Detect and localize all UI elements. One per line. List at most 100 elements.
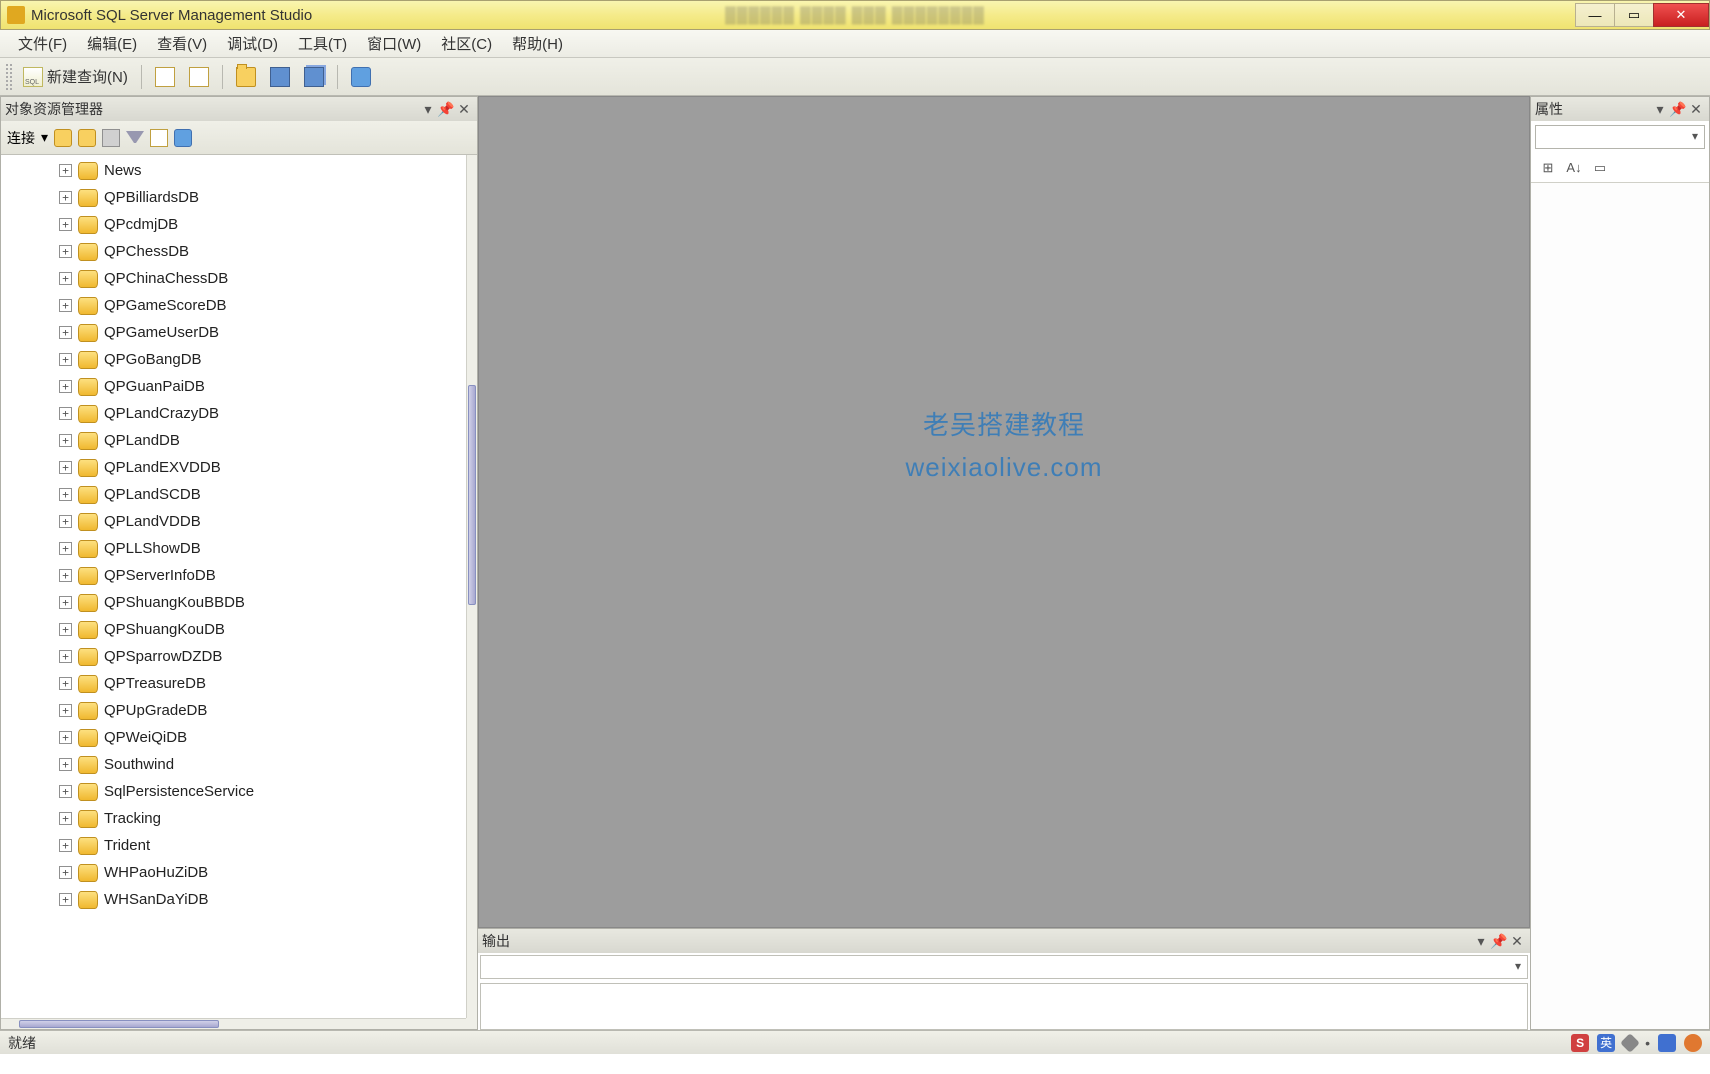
tree-node-database[interactable]: +QPChessDB [59,238,466,265]
expand-icon[interactable]: + [59,515,72,528]
expand-icon[interactable]: + [59,434,72,447]
categorized-button[interactable]: ⊞ [1537,157,1559,179]
connect-icon[interactable] [54,129,72,147]
menu-file[interactable]: 文件(F) [8,30,77,57]
scrollbar-thumb[interactable] [468,385,476,605]
expand-icon[interactable]: + [59,461,72,474]
tree-node-database[interactable]: +Trident [59,832,466,859]
pin-icon[interactable]: 📌 [1669,101,1687,118]
tree-node-database[interactable]: +QPShuangKouBBDB [59,589,466,616]
open-button[interactable] [231,63,261,91]
properties-header[interactable]: 属性 ▾ 📌 ✕ [1531,97,1709,121]
refresh-list-icon[interactable] [150,129,168,147]
tree-node-database[interactable]: +QPcdmjDB [59,211,466,238]
expand-icon[interactable]: + [59,353,72,366]
tree-node-database[interactable]: +QPUpGradeDB [59,697,466,724]
tree-node-database[interactable]: +QPTreasureDB [59,670,466,697]
tree-node-database[interactable]: +QPLandVDDB [59,508,466,535]
panel-dropdown-icon[interactable]: ▾ [1651,101,1669,118]
menu-window[interactable]: 窗口(W) [357,30,431,57]
expand-icon[interactable]: + [59,272,72,285]
minimize-button[interactable]: — [1575,3,1615,27]
connect-dropdown-icon[interactable]: ▾ [41,129,48,146]
menu-help[interactable]: 帮助(H) [502,30,573,57]
expand-icon[interactable]: + [59,407,72,420]
filter-icon[interactable] [126,131,144,149]
tree-node-database[interactable]: +QPShuangKouDB [59,616,466,643]
expand-icon[interactable]: + [59,623,72,636]
menu-view[interactable]: 查看(V) [147,30,217,57]
ime-s-icon[interactable]: S [1571,1034,1589,1052]
tree-node-database[interactable]: +QPLandDB [59,427,466,454]
expand-icon[interactable]: + [59,812,72,825]
expand-icon[interactable]: + [59,731,72,744]
tree-node-database[interactable]: +QPLLShowDB [59,535,466,562]
output-source-select[interactable] [480,955,1528,979]
pin-icon[interactable]: 📌 [1490,933,1508,950]
tree-node-database[interactable]: +QPGoBangDB [59,346,466,373]
expand-icon[interactable]: + [59,326,72,339]
stop-icon[interactable] [102,129,120,147]
expand-icon[interactable]: + [59,245,72,258]
output-header[interactable]: 输出 ▾ 📌 ✕ [478,929,1530,953]
expand-icon[interactable]: + [59,542,72,555]
expand-icon[interactable]: + [59,569,72,582]
tree-node-database[interactable]: +QPBilliardsDB [59,184,466,211]
tree-node-database[interactable]: +QPSparrowDZDB [59,643,466,670]
menu-community[interactable]: 社区(C) [431,30,502,57]
database-tree[interactable]: +News+QPBilliardsDB+QPcdmjDB+QPChessDB+Q… [1,155,466,1018]
maximize-button[interactable]: ▭ [1614,3,1654,27]
tree-node-database[interactable]: +Tracking [59,805,466,832]
ime-punct-icon[interactable] [1620,1033,1640,1053]
tree-node-database[interactable]: +QPGameUserDB [59,319,466,346]
expand-icon[interactable]: + [59,866,72,879]
expand-icon[interactable]: + [59,839,72,852]
tree-node-database[interactable]: +WHPaoHuZiDB [59,859,466,886]
save-all-button[interactable] [299,63,329,91]
tree-node-database[interactable]: +QPGuanPaiDB [59,373,466,400]
new-file-button-1[interactable] [150,63,180,91]
expand-icon[interactable]: + [59,650,72,663]
expand-icon[interactable]: + [59,380,72,393]
ime-lang-icon[interactable]: 英 [1597,1034,1615,1052]
expand-icon[interactable]: + [59,893,72,906]
vertical-scrollbar[interactable] [466,155,477,1018]
scrollbar-thumb[interactable] [19,1020,219,1028]
alphabetical-button[interactable]: A↓ [1563,157,1585,179]
ime-keyboard-icon[interactable] [1658,1034,1676,1052]
tree-node-database[interactable]: +Southwind [59,751,466,778]
pin-icon[interactable]: 📌 [437,101,455,118]
refresh-icon[interactable] [174,129,192,147]
activity-monitor-button[interactable] [346,63,376,91]
properties-object-select[interactable] [1535,125,1705,149]
close-panel-icon[interactable]: ✕ [1508,933,1526,950]
close-button[interactable]: ✕ [1653,3,1709,27]
ime-dot-icon[interactable]: • [1645,1035,1650,1051]
ime-settings-icon[interactable] [1684,1034,1702,1052]
expand-icon[interactable]: + [59,299,72,312]
close-panel-icon[interactable]: ✕ [455,101,473,118]
menu-tools[interactable]: 工具(T) [288,30,357,57]
save-button[interactable] [265,63,295,91]
expand-icon[interactable]: + [59,704,72,717]
new-file-button-2[interactable] [184,63,214,91]
expand-icon[interactable]: + [59,164,72,177]
expand-icon[interactable]: + [59,677,72,690]
tree-node-database[interactable]: +QPLandSCDB [59,481,466,508]
tree-node-database[interactable]: +QPLandEXVDDB [59,454,466,481]
toolbar-handle[interactable] [6,64,12,90]
tree-node-database[interactable]: +WHSanDaYiDB [59,886,466,913]
expand-icon[interactable]: + [59,758,72,771]
expand-icon[interactable]: + [59,191,72,204]
tree-node-database[interactable]: +SqlPersistenceService [59,778,466,805]
output-body[interactable] [480,983,1528,1030]
tree-node-database[interactable]: +QPGameScoreDB [59,292,466,319]
disconnect-icon[interactable] [78,129,96,147]
tree-node-database[interactable]: +QPLandCrazyDB [59,400,466,427]
expand-icon[interactable]: + [59,218,72,231]
menu-edit[interactable]: 编辑(E) [77,30,147,57]
tree-node-database[interactable]: +QPWeiQiDB [59,724,466,751]
horizontal-scrollbar[interactable] [1,1018,466,1029]
new-query-button[interactable]: 新建查询(N) [18,63,133,91]
panel-dropdown-icon[interactable]: ▾ [419,101,437,118]
